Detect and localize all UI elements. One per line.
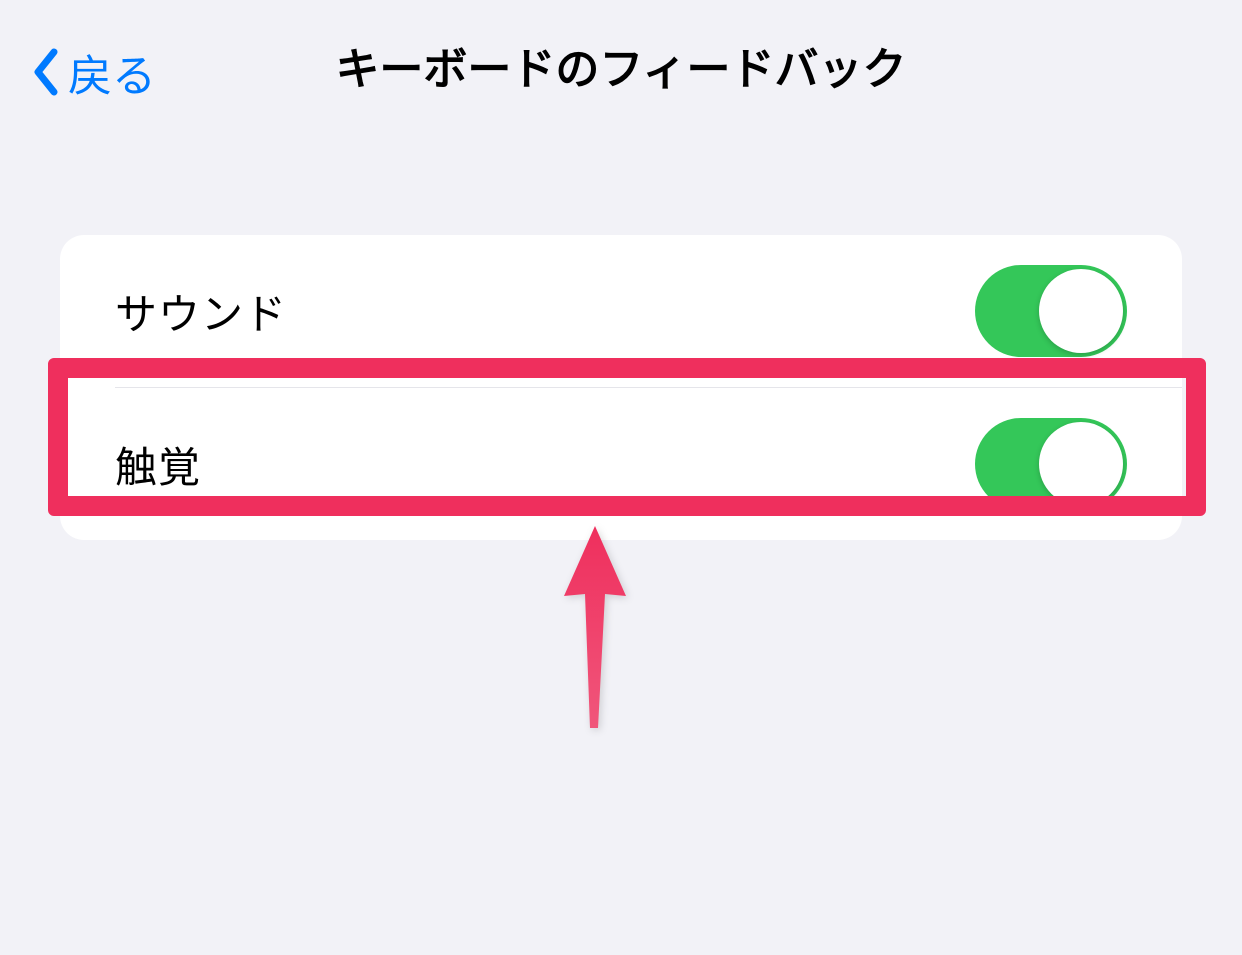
- arrow-up-annotation: [560, 518, 630, 738]
- chevron-left-icon: [30, 47, 60, 97]
- haptic-toggle[interactable]: [975, 418, 1127, 510]
- page-title: キーボードのフィードバック: [0, 33, 1242, 97]
- sound-toggle[interactable]: [975, 265, 1127, 357]
- sound-label: サウンド: [115, 281, 287, 342]
- haptic-row: 触覚: [60, 388, 1182, 540]
- back-label: 戻る: [68, 40, 156, 104]
- back-button[interactable]: 戻る: [30, 40, 156, 104]
- settings-group: サウンド 触覚: [60, 235, 1182, 540]
- toggle-knob: [1039, 269, 1123, 353]
- navigation-header: 戻る キーボードのフィードバック: [0, 0, 1242, 120]
- settings-content: サウンド 触覚: [0, 120, 1242, 540]
- haptic-label: 触覚: [115, 434, 201, 495]
- toggle-knob: [1039, 422, 1123, 506]
- sound-row: サウンド: [60, 235, 1182, 387]
